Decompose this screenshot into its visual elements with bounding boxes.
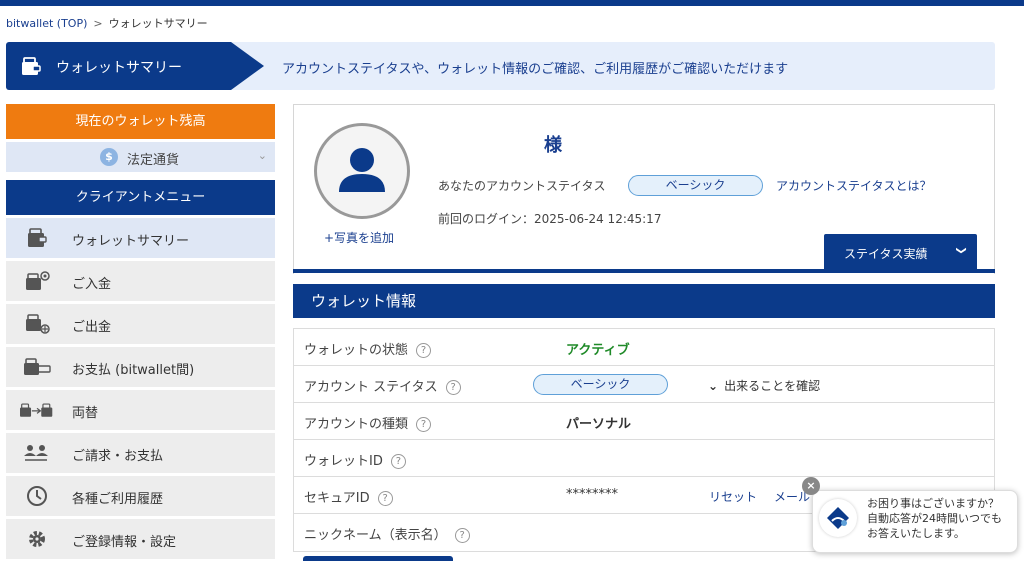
table-row: アカウント ステイタス? ベーシック ⌄ 出来ることを確認 — [294, 366, 994, 403]
sidebar-item-payment[interactable]: お支払 (bitwallet間) — [6, 347, 275, 387]
exchange-icon — [20, 403, 53, 417]
wallet-state-value: アクティブ — [566, 343, 630, 358]
status-results-button[interactable]: ステイタス実績 ❯ — [824, 234, 977, 270]
wallet-id-label: ウォレットID? — [304, 450, 406, 469]
wallet-icon — [28, 228, 47, 247]
chevron-down-icon: ⌄ — [708, 379, 719, 393]
users-icon — [24, 445, 48, 461]
user-icon — [339, 148, 385, 192]
user-name-honorific: 様 — [544, 135, 562, 156]
add-photo-link[interactable]: +写真を追加 — [324, 229, 394, 246]
profile-panel: +写真を追加 様 あなたのアカウントステイタス ベーシック アカウントステイタス… — [293, 104, 995, 274]
secure-id-label: セキュアID? — [304, 487, 393, 506]
check-features-toggle[interactable]: ⌄ 出来ることを確認 — [708, 377, 820, 394]
sidebar-item-label: ご入金 — [72, 277, 112, 292]
wallet-state-label: ウォレットの状態? — [304, 339, 432, 358]
payment-icon — [24, 358, 51, 375]
table-row: アカウントの種類? パーソナル — [294, 403, 994, 440]
gear-icon — [29, 531, 45, 547]
account-status-label: あなたのアカウントステイタス — [438, 179, 606, 193]
sidebar-item-billing[interactable]: ご請求・お支払 — [6, 433, 275, 473]
sidebar: 現在のウォレット残高 $ 法定通貨 ⌄ クライアントメニュー ウォレットサマリー… — [6, 104, 275, 559]
account-status-badge: ベーシック — [533, 374, 668, 395]
last-login-text: 前回のログイン：2025-06-24 12:45:17 — [438, 212, 662, 226]
chat-message: お困り事はございますか？ 自動応答が24時間いつでも お答えいたします。 — [867, 496, 1002, 541]
secure-id-reset-link[interactable]: リセット — [709, 488, 757, 505]
close-icon[interactable]: × — [802, 477, 820, 495]
profile-divider — [293, 269, 995, 273]
sidebar-item-label: ご登録情報・設定 — [72, 535, 177, 550]
chat-bot-logo-icon — [819, 499, 857, 537]
sidebar-item-settings[interactable]: ご登録情報・設定 — [6, 519, 275, 559]
avatar[interactable] — [314, 123, 410, 219]
chevron-down-icon: ❯ — [955, 246, 967, 255]
help-icon[interactable]: ? — [416, 343, 432, 358]
sidebar-item-label: お支払 (bitwallet間) — [72, 363, 195, 378]
sidebar-item-history[interactable]: 各種ご利用履歴 — [6, 476, 275, 516]
wallet-icon — [22, 57, 41, 75]
page-title-block: ウォレットサマリー — [6, 42, 264, 90]
sidebar-item-label: ウォレットサマリー — [72, 234, 190, 249]
table-row: ウォレットの状態? アクティブ — [294, 329, 994, 366]
withdraw-icon — [26, 314, 50, 334]
sidebar-item-withdraw[interactable]: ご出金 — [6, 304, 275, 344]
account-type-value: パーソナル — [566, 417, 632, 432]
sidebar-item-wallet-summary[interactable]: ウォレットサマリー — [6, 218, 275, 258]
page-title: ウォレットサマリー — [56, 60, 182, 76]
deposit-icon — [26, 271, 50, 290]
status-results-label: ステイタス実績 — [844, 247, 928, 261]
page-banner: ウォレットサマリー アカウントステイタスや、ウォレット情報のご確認、ご利用履歴が… — [6, 42, 995, 90]
account-type-label: アカウントの種類? — [304, 413, 432, 432]
sidebar-item-label: ご請求・お支払 — [72, 449, 164, 464]
account-status-info-link[interactable]: アカウントステイタスとは？ — [776, 177, 932, 194]
help-icon[interactable]: ? — [416, 417, 432, 432]
breadcrumb: bitwallet (TOP) > ウォレットサマリー — [6, 15, 208, 31]
page-description: アカウントステイタスや、ウォレット情報のご確認、ご利用履歴がご確認いただけます — [282, 62, 789, 77]
bot-diamond-icon — [827, 507, 849, 529]
chat-line: お答えいたします。 — [867, 527, 965, 540]
breadcrumb-current: ウォレットサマリー — [108, 17, 208, 30]
secure-id-value: ******** — [566, 487, 618, 502]
chevron-down-icon: ⌄ — [257, 149, 267, 162]
help-icon[interactable]: ? — [390, 454, 406, 469]
chat-support-popup[interactable]: お困り事はございますか？ 自動応答が24時間いつでも お答えいたします。 — [812, 490, 1018, 553]
help-icon[interactable]: ? — [377, 491, 393, 506]
table-row: ウォレットID? — [294, 440, 994, 477]
history-icon — [27, 486, 47, 506]
sidebar-item-label: ご出金 — [72, 320, 112, 335]
breadcrumb-home-link[interactable]: bitwallet (TOP) — [6, 17, 87, 30]
help-icon[interactable]: ? — [445, 380, 461, 395]
account-status-badge: ベーシック — [628, 175, 763, 196]
wallet-info-header: ウォレット情報 — [293, 284, 995, 318]
currency-selector[interactable]: $ 法定通貨 ⌄ — [6, 142, 275, 172]
top-stripe — [0, 0, 1024, 6]
wallet-balance-button[interactable]: 現在のウォレット残高 — [6, 104, 275, 139]
sidebar-item-label: 各種ご利用履歴 — [72, 492, 164, 507]
dollar-icon: $ — [100, 148, 118, 166]
next-section-edge — [303, 556, 453, 561]
currency-label: 法定通貨 — [127, 153, 180, 168]
breadcrumb-separator: > — [93, 17, 103, 30]
sidebar-item-exchange[interactable]: 両替 — [6, 390, 275, 430]
sidebar-item-label: 両替 — [72, 406, 99, 421]
chat-line: 自動応答が24時間いつでも — [867, 512, 1002, 525]
chat-line: お困り事はございますか？ — [867, 497, 999, 510]
client-menu-header: クライアントメニュー — [6, 180, 275, 215]
help-icon[interactable]: ? — [454, 528, 470, 543]
account-status-row-label: アカウント ステイタス? — [304, 376, 461, 395]
sidebar-item-deposit[interactable]: ご入金 — [6, 261, 275, 301]
nickname-label: ニックネーム（表示名）? — [304, 524, 470, 543]
